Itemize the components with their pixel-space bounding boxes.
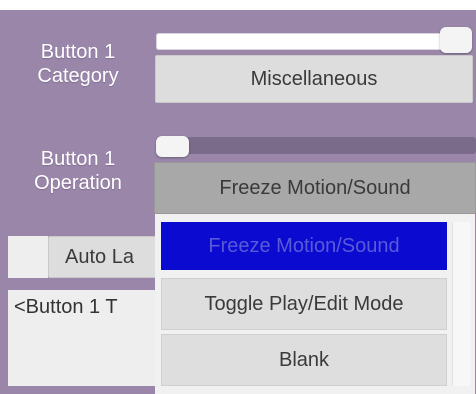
- auto-checkbox[interactable]: [8, 236, 48, 278]
- operation-selector-value: Freeze Motion/Sound: [219, 176, 411, 199]
- category-selector-value: Miscellaneous: [250, 67, 378, 90]
- dropdown-item-label: Blank: [278, 348, 330, 371]
- auto-button[interactable]: Auto La: [48, 236, 160, 278]
- operation-slider[interactable]: [156, 137, 476, 154]
- dropdown-scrollbar[interactable]: [452, 222, 470, 386]
- category-label: Button 1 Category: [37, 41, 119, 87]
- dropdown-item-freeze-motion-sound[interactable]: Freeze Motion/Sound: [161, 222, 447, 270]
- dropdown-item-label: Toggle Play/Edit Mode: [204, 292, 404, 315]
- category-slider-handle[interactable]: [440, 27, 472, 53]
- category-selector-button[interactable]: Miscellaneous: [155, 55, 473, 103]
- auto-button-label: Auto La: [65, 245, 134, 268]
- operation-label: Button 1 Operation: [34, 148, 122, 194]
- button-text-field[interactable]: <Button 1 T: [8, 290, 168, 386]
- category-slider[interactable]: [156, 33, 466, 50]
- dropdown-item-toggle-play-edit-mode[interactable]: Toggle Play/Edit Mode: [161, 278, 447, 330]
- dropdown-item-label: Freeze Motion/Sound: [208, 234, 400, 257]
- operation-selector-button[interactable]: Freeze Motion/Sound: [154, 162, 476, 214]
- button-text-value: <Button 1 T: [14, 296, 118, 318]
- dropdown-item-blank[interactable]: Blank: [161, 334, 447, 386]
- operation-slider-handle[interactable]: [156, 136, 189, 157]
